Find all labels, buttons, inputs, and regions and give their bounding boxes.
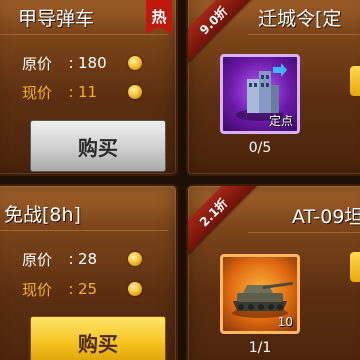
- stock-count: 1/1: [248, 340, 272, 356]
- title-divider: [248, 34, 360, 35]
- title-divider: [0, 230, 168, 231]
- colon: :: [68, 250, 74, 268]
- gold-coin-icon: [128, 252, 142, 266]
- card-title: 迁城令[定: [258, 8, 342, 30]
- shop-card-relocate-token: 9.0折 迁城令[定 定点 0/5: [186, 0, 360, 176]
- original-price-value: 28: [78, 250, 98, 268]
- colon: :: [68, 280, 74, 298]
- current-price-label: 现价: [22, 280, 53, 299]
- quantity-stepper[interactable]: [350, 66, 360, 96]
- gold-coin-icon: [128, 85, 142, 99]
- original-price-value: 180: [78, 54, 107, 72]
- colon: :: [68, 83, 74, 101]
- gold-coin-icon: [128, 282, 142, 296]
- current-price-row: 现价 : 25: [22, 278, 142, 300]
- shop-card-missile-vehicle: 甲导弹车 热 原价 : 180 现价 : 11 购买: [0, 0, 178, 176]
- original-price-label: 原价: [22, 54, 53, 73]
- item-label: 定点: [268, 114, 293, 128]
- buy-button[interactable]: 购买: [30, 316, 166, 360]
- item-slot[interactable]: 10: [220, 254, 300, 334]
- current-price-value: 11: [78, 83, 98, 101]
- current-price-row: 现价 : 11: [22, 81, 142, 103]
- buy-button[interactable]: 购买: [30, 120, 166, 172]
- shop-card-peace-shield: 免战[8h] 原价 : 28 现价 : 25 购买: [0, 184, 178, 360]
- item-slot[interactable]: 定点: [220, 54, 300, 134]
- original-price-row: 原价 : 28: [22, 248, 142, 270]
- colon: :: [68, 54, 74, 72]
- stock-count: 0/5: [248, 140, 272, 156]
- title-divider: [0, 34, 168, 35]
- gold-coin-icon: [128, 56, 142, 70]
- quantity-stepper[interactable]: [350, 252, 360, 282]
- current-price-label: 现价: [22, 83, 53, 102]
- card-title: 免战[8h]: [4, 204, 81, 226]
- discount-ribbon: 2.1折: [188, 186, 261, 260]
- original-price-row: 原价 : 180: [22, 52, 142, 74]
- current-price-value: 25: [78, 280, 98, 298]
- card-title: AT-09坦: [292, 206, 360, 228]
- item-count: 10: [277, 315, 293, 329]
- title-divider: [248, 232, 360, 233]
- shop-card-at09-tank: 2.1折 AT-09坦 10 1/1: [186, 184, 360, 360]
- original-price-label: 原价: [22, 250, 53, 269]
